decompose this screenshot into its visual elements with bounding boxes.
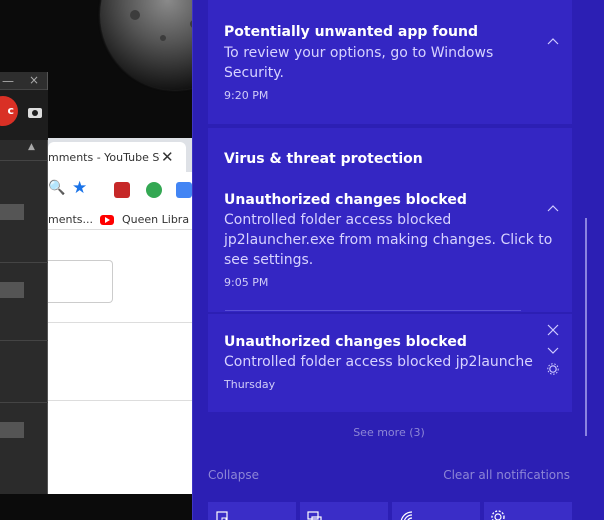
youtube-icon — [100, 215, 114, 225]
divider — [225, 310, 521, 311]
browser-toolbar: 🔍 ★ — [48, 172, 192, 206]
bookmarks-bar: ments... Queen Libra — [48, 206, 192, 230]
notification-time: 9:20 PM — [224, 89, 269, 102]
chevron-up-icon[interactable] — [547, 36, 559, 48]
extension-icon[interactable] — [176, 182, 192, 198]
notification-body: Controlled folder access blocked jp2laun… — [224, 212, 553, 268]
see-more-link[interactable]: See more (3) — [193, 426, 585, 439]
tab-title: mments - YouTube St — [48, 151, 160, 164]
tab-close-icon[interactable]: ✕ — [161, 148, 174, 166]
chevron-up-icon[interactable] — [547, 203, 559, 215]
gear-icon[interactable] — [547, 363, 559, 375]
minimize-button[interactable]: — — [2, 73, 14, 89]
adblock-icon[interactable] — [114, 182, 130, 198]
settings-icon — [491, 510, 505, 520]
bookmark-item[interactable]: Queen Libra — [122, 213, 189, 226]
recorder-window: — × c ▲ — [0, 72, 48, 494]
chevron-up-icon[interactable]: ▲ — [28, 142, 35, 152]
notification-body: Controlled folder access blocked jp2laun… — [224, 354, 534, 370]
chevron-down-icon[interactable] — [547, 344, 559, 356]
recorder-row[interactable] — [0, 204, 24, 220]
tab-strip: mments - YouTube St ✕ — [48, 138, 192, 172]
moon-wallpaper — [100, 0, 192, 90]
close-icon[interactable] — [547, 324, 559, 336]
action-center: Potentially unwanted app found To review… — [192, 0, 604, 520]
browser-tab[interactable]: mments - YouTube St ✕ — [48, 142, 186, 172]
notification-card[interactable]: Potentially unwanted app found To review… — [208, 0, 572, 124]
notification-time: 9:05 PM — [224, 276, 269, 289]
bookmark-item[interactable]: ments... — [48, 213, 93, 226]
collapse-button[interactable]: Collapse — [208, 468, 259, 482]
bookmark-star-icon[interactable]: ★ — [72, 178, 87, 198]
scrollbar[interactable] — [585, 0, 589, 436]
close-button[interactable]: × — [29, 72, 39, 88]
notification-body: To review your options, go to Windows Se… — [224, 45, 494, 81]
recorder-row[interactable] — [0, 422, 24, 438]
desktop-background: — × c ▲ mments - YouTube St ✕ 🔍 ★ ments.… — [0, 0, 192, 520]
notification-title: Unauthorized changes blocked — [224, 192, 467, 208]
quick-action-network[interactable] — [392, 502, 480, 520]
camera-icon[interactable] — [28, 108, 42, 118]
notification-card[interactable]: Unauthorized changes blocked Controlled … — [208, 314, 572, 412]
zoom-icon[interactable]: 🔍 — [48, 180, 65, 196]
tablet-mode-icon — [216, 511, 228, 520]
quick-action-project[interactable] — [300, 502, 388, 520]
notification-time: Thursday — [224, 378, 276, 391]
recorder-titlebar: — × — [0, 72, 47, 90]
clear-all-button[interactable]: Clear all notifications — [443, 468, 570, 482]
scrollbar-thumb[interactable] — [585, 218, 587, 436]
notification-group: Virus & threat protection Unauthorized c… — [208, 128, 572, 312]
quick-action-tablet-mode[interactable] — [208, 502, 296, 520]
quick-action-settings[interactable] — [484, 502, 572, 520]
notification-title: Unauthorized changes blocked — [224, 334, 467, 350]
project-icon — [307, 511, 322, 520]
page-input-box[interactable] — [48, 260, 113, 303]
network-icon — [400, 511, 413, 520]
extension-icon[interactable] — [146, 182, 162, 198]
notification-title: Potentially unwanted app found — [224, 24, 478, 40]
recorder-row[interactable] — [0, 282, 24, 298]
browser-window: mments - YouTube St ✕ 🔍 ★ ments... Queen… — [48, 138, 192, 494]
group-title: Virus & threat protection — [224, 151, 423, 167]
